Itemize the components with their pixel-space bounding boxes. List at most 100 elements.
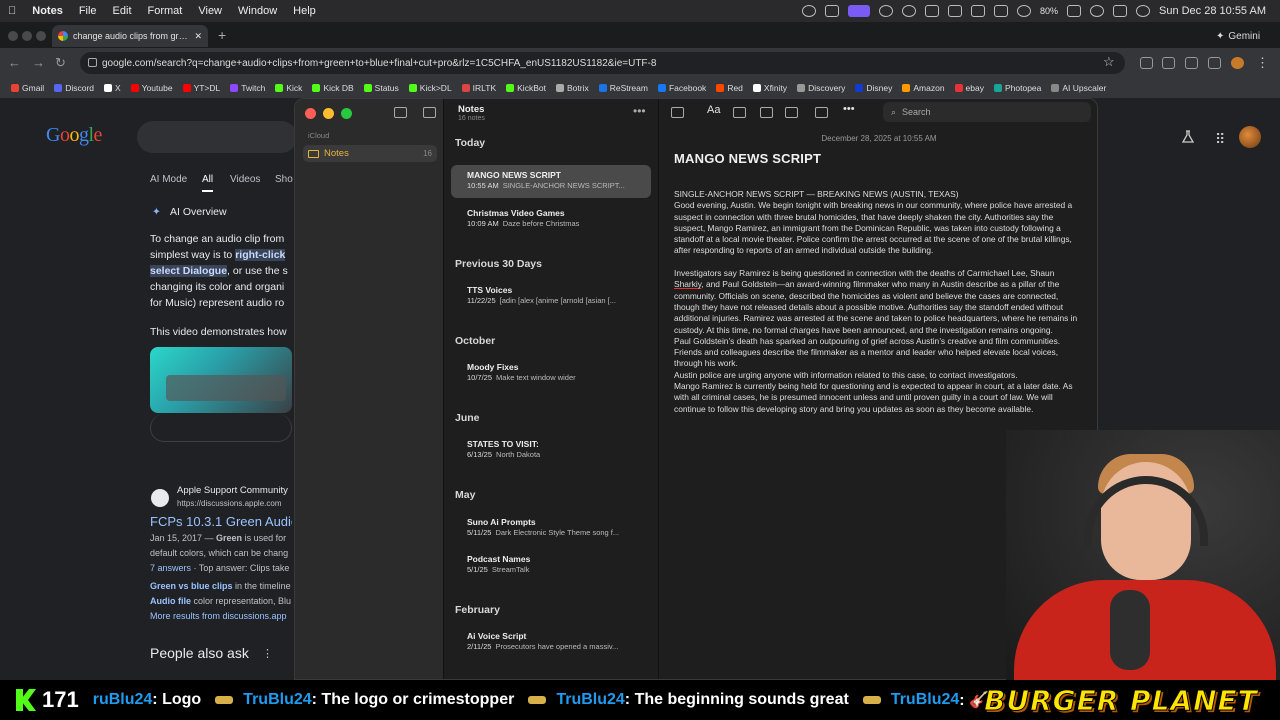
checklist-icon[interactable] [733, 107, 746, 118]
status-active-app-icon[interactable] [847, 5, 870, 17]
site-info-icon[interactable] [88, 58, 97, 67]
notes-minimize-button[interactable] [323, 108, 334, 119]
list-item[interactable]: Moody Fixes 10/7/25 Make text window wide… [451, 357, 651, 390]
google-account-avatar[interactable] [1239, 126, 1261, 148]
list-item[interactable]: Podcast Names 5/1/25 StreamTalk [451, 549, 651, 582]
wifi-icon[interactable] [1016, 5, 1031, 17]
compose-icon[interactable] [671, 107, 684, 118]
result-site-name[interactable]: Apple Support Community [177, 485, 288, 496]
app-menu[interactable]: Notes [24, 5, 71, 17]
list-item[interactable]: MANGO NEWS SCRIPT 10:55 AM SINGLE-ANCHOR … [451, 165, 651, 198]
related-link-2[interactable]: Audio file color representation, Blu [150, 596, 292, 606]
bookmark-item[interactable]: YT>DL [178, 83, 226, 93]
bluetooth-icon[interactable] [993, 5, 1008, 17]
menubar-clock[interactable]: Sun Dec 28 10:55 AM [1159, 5, 1266, 17]
bookmark-item[interactable]: IRLTK [457, 83, 501, 93]
menu-view[interactable]: View [190, 5, 230, 17]
siri-icon[interactable] [1135, 5, 1150, 17]
bookmark-item[interactable]: Twitch [225, 83, 270, 93]
display-icon[interactable] [947, 5, 962, 17]
notes-zoom-button[interactable] [341, 108, 352, 119]
spotlight-search-icon[interactable] [1089, 5, 1104, 17]
menu-file[interactable]: File [71, 5, 105, 17]
browser-tab-active[interactable]: change audio clips from green ✕ [52, 25, 208, 47]
bookmark-item[interactable]: Discovery [792, 83, 850, 93]
bookmark-item[interactable]: Kick [270, 83, 307, 93]
notes-search-field[interactable]: ⌕ Search [883, 102, 1091, 122]
result-url[interactable]: https://discussions.apple.com [177, 499, 282, 508]
tab-close-icon[interactable]: ✕ [194, 31, 202, 42]
bookmark-item[interactable]: Kick>DL [404, 83, 457, 93]
new-folder-icon[interactable] [394, 107, 407, 118]
extensions-puzzle-icon[interactable] [1185, 57, 1198, 69]
format-text-icon[interactable]: Aa [707, 104, 720, 116]
list-more-options-icon[interactable]: ••• [633, 104, 646, 118]
bookmark-item[interactable]: Xfinity [748, 83, 792, 93]
bookmark-item[interactable]: AI Upscaler [1046, 83, 1111, 93]
google-apps-grid-icon[interactable]: ⠿ [1215, 131, 1225, 148]
attachment-icon[interactable] [785, 107, 798, 118]
apple-menu-icon[interactable]:  [0, 5, 24, 17]
menu-help[interactable]: Help [285, 5, 324, 17]
keyboard-icon[interactable] [970, 5, 985, 17]
bookmark-item[interactable]: Red [711, 83, 748, 93]
answers-link[interactable]: 7 answers [150, 563, 191, 573]
status-app-icon[interactable] [824, 5, 839, 17]
bookmark-item[interactable]: Amazon [897, 83, 949, 93]
google-tab-ai-mode[interactable]: AI Mode [150, 174, 187, 185]
list-item[interactable]: Suno Ai Prompts 5/11/25 Dark Electronic S… [451, 512, 651, 545]
bookmark-item[interactable]: KickBot [501, 83, 551, 93]
menu-window[interactable]: Window [230, 5, 285, 17]
google-tab-videos[interactable]: Videos [230, 174, 260, 185]
profile-avatar-icon[interactable] [1231, 57, 1244, 69]
address-bar[interactable]: google.com/search?q=change+audio+clips+f… [80, 52, 1125, 74]
video-thumbnail[interactable] [150, 347, 292, 413]
sidebar-folder-notes[interactable]: Notes 16 [303, 145, 437, 162]
new-tab-button[interactable]: + [218, 27, 226, 43]
menu-edit[interactable]: Edit [105, 5, 140, 17]
battery-icon[interactable] [1066, 5, 1081, 17]
google-tab-all[interactable]: All [202, 174, 214, 192]
google-tab-shopping[interactable]: Sho [275, 174, 293, 185]
more-options-icon[interactable]: ••• [843, 103, 856, 115]
bookmark-item[interactable]: Disney [850, 83, 897, 93]
note-body[interactable]: SINGLE-ANCHOR NEWS SCRIPT — BREAKING NEW… [674, 189, 1086, 415]
bookmark-item[interactable]: Youtube [126, 83, 178, 93]
extension-icon-2[interactable] [1162, 57, 1175, 69]
window-close-button[interactable] [8, 31, 18, 41]
control-center-icon[interactable] [1112, 5, 1127, 17]
side-panel-icon[interactable] [1208, 57, 1221, 69]
list-item[interactable]: STATES TO VISIT: 6/13/25 North Dakota [451, 434, 651, 467]
result-title-link[interactable]: FCPs 10.3.1 Green Audic [150, 514, 292, 529]
bookmark-item[interactable]: Facebook [653, 83, 711, 93]
video-expand-button[interactable] [150, 414, 292, 442]
window-zoom-button[interactable] [36, 31, 46, 41]
bookmark-item[interactable]: Botrix [551, 83, 594, 93]
bookmark-item[interactable]: Photopea [989, 83, 1046, 93]
play-icon[interactable] [901, 5, 916, 17]
related-link-1[interactable]: Green vs blue clips in the timeline [150, 581, 292, 591]
people-also-ask-menu-icon[interactable]: ⋮ [262, 647, 273, 660]
list-item[interactable]: Christmas Video Games 10:09 AM Daze befor… [451, 203, 651, 236]
window-minimize-button[interactable] [22, 31, 32, 41]
toggle-sidebar-icon[interactable] [423, 107, 436, 118]
gemini-button[interactable]: ✦ Gemini [1216, 27, 1274, 45]
notes-close-button[interactable] [305, 108, 316, 119]
bookmark-item[interactable]: ebay [950, 83, 989, 93]
chrome-menu-icon[interactable]: ⋮ [1256, 55, 1269, 71]
bookmark-item[interactable]: Kick DB [307, 83, 358, 93]
status-globe-icon[interactable] [878, 5, 893, 17]
labs-flask-icon[interactable] [1181, 130, 1195, 144]
list-item[interactable]: Ai Voice Script 2/11/25 Prosecutors have … [451, 626, 651, 659]
bookmark-star-icon[interactable]: ☆ [1103, 54, 1115, 70]
more-results-link[interactable]: More results from discussions.app [150, 611, 292, 621]
forward-arrow-icon[interactable]: → [32, 55, 45, 70]
menu-format[interactable]: Format [140, 5, 191, 17]
table-icon[interactable] [760, 107, 773, 118]
reload-icon[interactable]: ↻ [55, 55, 66, 71]
bookmark-item[interactable]: Status [359, 83, 404, 93]
bookmark-item[interactable]: Gmail [6, 83, 49, 93]
google-logo[interactable]: Google [46, 124, 102, 147]
extension-icon-1[interactable] [1140, 57, 1153, 69]
share-icon[interactable] [815, 107, 828, 118]
